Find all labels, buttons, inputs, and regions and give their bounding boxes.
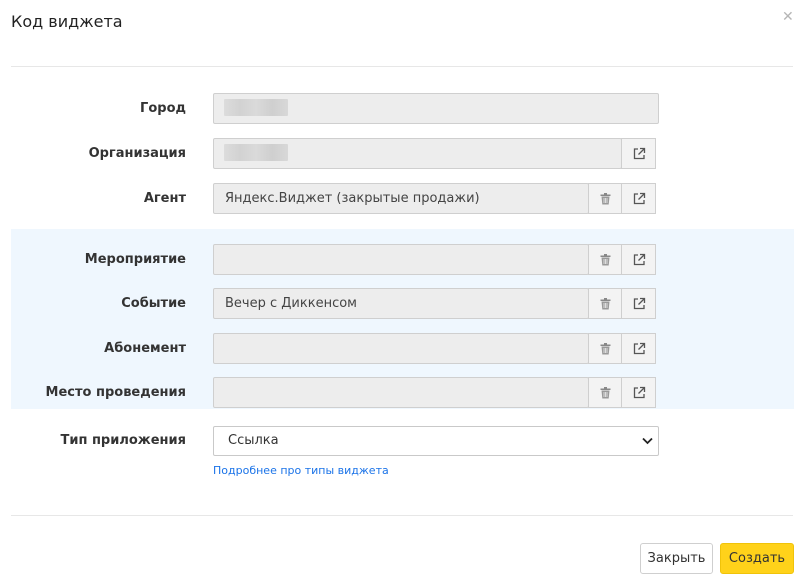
subscription-row: Абонемент xyxy=(0,333,805,364)
external-link-icon xyxy=(633,297,645,309)
agent-label: Агент xyxy=(143,191,186,206)
organization-row: Организация xyxy=(0,138,805,169)
footer-divider xyxy=(11,515,793,516)
redacted-value xyxy=(224,98,288,116)
organization-field[interactable] xyxy=(213,138,622,169)
venue-open-button[interactable] xyxy=(621,377,656,408)
event-field[interactable] xyxy=(213,244,589,275)
venue-label: Место проведения xyxy=(45,385,186,400)
chevron-down-icon xyxy=(642,437,653,445)
app-type-selected: Ссылка xyxy=(228,433,279,448)
city-row: Город xyxy=(0,93,805,124)
external-link-icon xyxy=(633,192,645,204)
occurrence-label: Событие xyxy=(121,296,186,311)
close-button[interactable]: Закрыть xyxy=(640,543,713,574)
organization-label: Организация xyxy=(88,146,186,161)
redacted-value xyxy=(224,143,288,161)
external-link-icon xyxy=(633,147,645,159)
subscription-label: Абонемент xyxy=(104,341,186,356)
modal-title: Код виджета xyxy=(11,12,123,31)
subscription-open-button[interactable] xyxy=(621,333,656,364)
create-button[interactable]: Создать xyxy=(720,543,794,574)
agent-open-button[interactable] xyxy=(621,183,656,214)
trash-icon xyxy=(600,297,611,309)
event-label: Мероприятие xyxy=(84,252,186,267)
venue-delete-button[interactable] xyxy=(588,377,623,408)
agent-delete-button[interactable] xyxy=(588,183,623,214)
occurrence-open-button[interactable] xyxy=(621,288,656,319)
app-type-help-link[interactable]: Подробнее про типы виджета xyxy=(213,464,389,477)
external-link-icon xyxy=(633,253,645,265)
trash-icon xyxy=(600,192,611,204)
city-field[interactable] xyxy=(213,93,659,124)
occurrence-delete-button[interactable] xyxy=(588,288,623,319)
trash-icon xyxy=(600,253,611,265)
agent-row: Агент Яндекс.Виджет (закрытые продажи) xyxy=(0,183,805,214)
venue-field[interactable] xyxy=(213,377,589,408)
occurrence-row: Событие Вечер с Диккенсом xyxy=(0,288,805,319)
app-type-select[interactable]: Ссылка xyxy=(213,426,659,456)
subscription-field[interactable] xyxy=(213,333,589,364)
agent-field[interactable]: Яндекс.Виджет (закрытые продажи) xyxy=(213,183,589,214)
subscription-delete-button[interactable] xyxy=(588,333,623,364)
close-icon[interactable]: ✕ xyxy=(782,9,794,25)
trash-icon xyxy=(600,386,611,398)
header-divider xyxy=(11,66,793,67)
city-label: Город xyxy=(140,101,186,116)
venue-row: Место проведения xyxy=(0,377,805,408)
event-row: Мероприятие xyxy=(0,244,805,275)
event-delete-button[interactable] xyxy=(588,244,623,275)
organization-open-button[interactable] xyxy=(621,138,656,169)
external-link-icon xyxy=(633,386,645,398)
occurrence-field[interactable]: Вечер с Диккенсом xyxy=(213,288,589,319)
external-link-icon xyxy=(633,342,645,354)
trash-icon xyxy=(600,342,611,354)
app-type-label: Тип приложения xyxy=(60,433,186,448)
event-open-button[interactable] xyxy=(621,244,656,275)
